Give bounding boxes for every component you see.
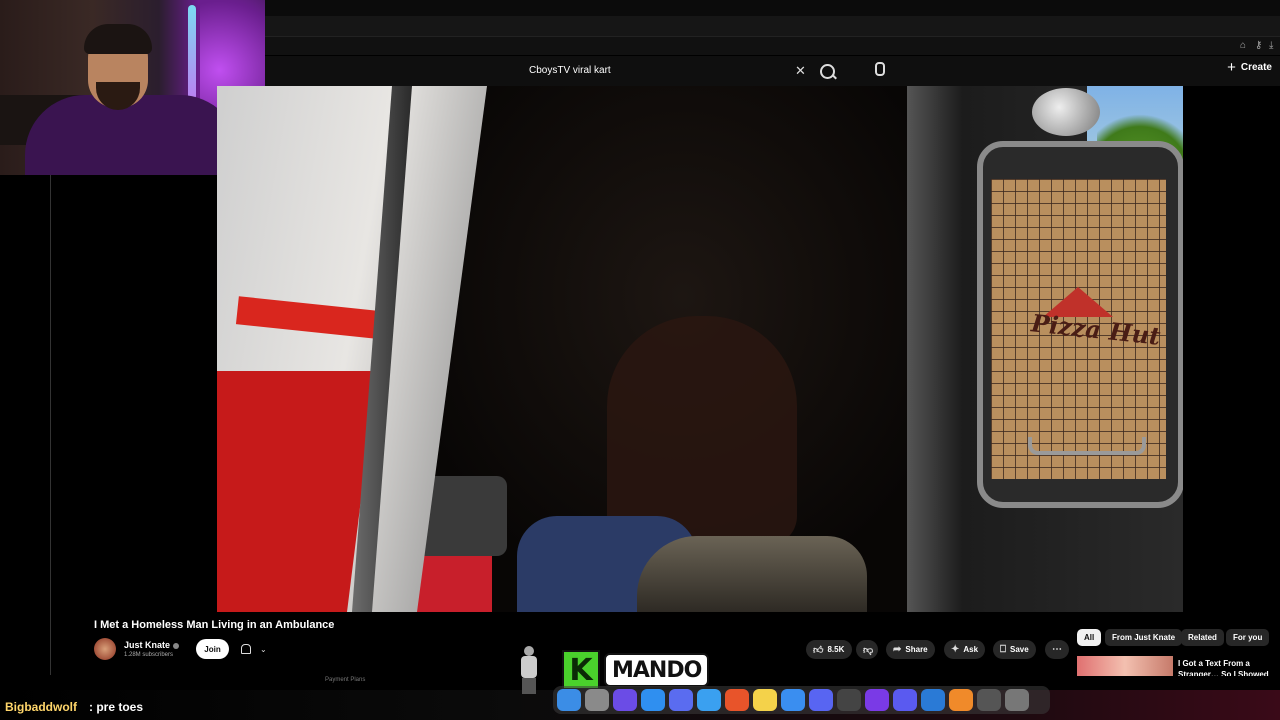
sidebar-divider <box>50 175 51 675</box>
recommendation-thumbnail[interactable] <box>1077 656 1173 676</box>
chip-related[interactable]: Related <box>1181 629 1224 646</box>
sparkle-icon: ✦ <box>951 644 960 655</box>
chat-username: Bigbaddwolf <box>5 700 77 714</box>
finder-icon[interactable] <box>557 689 581 711</box>
bookmark-icon: ⎕ <box>1000 644 1006 655</box>
mascot-head <box>524 646 534 656</box>
download-icon[interactable]: ⤓ <box>1269 40 1273 51</box>
mascot-character <box>516 646 542 694</box>
ask-button[interactable]: ✦ Ask <box>944 640 986 659</box>
webcam-streamer-body <box>25 95 240 175</box>
video-frame-seat <box>637 536 867 612</box>
password-key-icon[interactable]: ⚷ <box>1255 40 1262 51</box>
launchpad-icon[interactable] <box>893 689 917 711</box>
save-label: Save <box>1010 645 1029 654</box>
ask-label: Ask <box>963 645 979 654</box>
chip-from-channel[interactable]: From Just Knate <box>1105 629 1183 646</box>
activity-icon[interactable] <box>837 689 861 711</box>
browser-tab-bar <box>265 16 1280 37</box>
more-icon: ⋯ <box>1052 644 1062 655</box>
microphone-icon[interactable] <box>875 62 885 76</box>
thumbs-down-icon: 👎︎ <box>863 644 874 656</box>
share-button[interactable]: ➦ Share <box>886 640 935 659</box>
description-snippet: Payment Plans <box>325 677 366 683</box>
stream-logo: K MANDO <box>562 650 710 690</box>
webcam-streamer-hair <box>84 24 152 54</box>
like-count: 8.5K <box>827 645 845 654</box>
mail-icon[interactable] <box>781 689 805 711</box>
macos-dock <box>553 686 1050 714</box>
trash-icon[interactable] <box>1005 689 1029 711</box>
video-title: I Met a Homeless Man Living in an Ambula… <box>94 619 335 631</box>
mascot-legs <box>522 678 536 694</box>
video-frame-handle <box>1028 437 1146 455</box>
video-frame-window: Pizza Hut <box>977 141 1183 508</box>
chip-for-you[interactable]: For you <box>1226 629 1270 646</box>
mascot-body <box>521 656 537 678</box>
safari-icon[interactable] <box>697 689 721 711</box>
thumbs-up-icon: 👍︎ <box>813 644 824 656</box>
settings-icon[interactable] <box>585 689 609 711</box>
browser-address-bar[interactable]: ⌂ ⚷ ⤓ <box>265 37 1280 55</box>
create-label: Create <box>1240 62 1272 73</box>
save-button[interactable]: ⎕ Save <box>993 640 1036 659</box>
stream-logo-k: K <box>562 650 600 690</box>
chevron-down-icon[interactable]: ⌄ <box>260 645 267 654</box>
notes-icon[interactable] <box>753 689 777 711</box>
vpn-icon[interactable] <box>613 689 637 711</box>
chip-all[interactable]: All <box>1077 629 1102 646</box>
video-frame-person <box>607 316 797 546</box>
finder-alt-icon[interactable] <box>921 689 945 711</box>
obs-icon[interactable] <box>977 689 1001 711</box>
browser-title-bar <box>265 0 1280 16</box>
channel-name-text[interactable]: Just Knate <box>124 640 170 650</box>
brave-icon[interactable] <box>725 689 749 711</box>
arc-browser-icon[interactable] <box>669 689 693 711</box>
share-label: Share <box>905 645 928 654</box>
plus-icon: + <box>1227 58 1236 76</box>
create-button[interactable]: + Create <box>1227 58 1272 76</box>
verified-icon <box>173 642 180 649</box>
search-icon[interactable] <box>820 64 835 79</box>
like-button[interactable]: 👍︎ 8.5K <box>806 640 853 659</box>
recommendation-title[interactable]: I Got a Text From a Stranger… So I Showe… <box>1178 658 1280 676</box>
channel-avatar[interactable] <box>94 638 116 660</box>
video-frame-lamp <box>1032 88 1100 136</box>
search-bar[interactable]: CboysTV viral kart ✕ <box>515 58 835 84</box>
join-button[interactable]: Join <box>196 639 229 659</box>
app-store-icon[interactable] <box>641 689 665 711</box>
discord-icon[interactable] <box>809 689 833 711</box>
more-actions-button[interactable]: ⋯ <box>1045 640 1069 659</box>
video-player[interactable]: Pizza Hut <box>217 86 1183 612</box>
vlc-icon[interactable] <box>949 689 973 711</box>
extension-icon[interactable]: ⌂ <box>1240 40 1246 51</box>
chat-message: : pre toes <box>89 700 144 714</box>
clear-search-icon[interactable]: ✕ <box>795 63 806 79</box>
search-input[interactable]: CboysTV viral kart <box>529 65 611 76</box>
bell-icon[interactable] <box>241 644 251 654</box>
share-icon: ➦ <box>893 644 902 655</box>
youtube-header: CboysTV viral kart ✕ + Create <box>265 56 1280 86</box>
stream-logo-text: MANDO <box>604 653 710 687</box>
subscriber-count: 1.28M subscribers <box>124 652 174 658</box>
dislike-button[interactable]: 👎︎ <box>856 640 878 659</box>
webcam-led-light <box>188 5 196 100</box>
iew-app-icon[interactable] <box>865 689 889 711</box>
channel-name[interactable]: Just Knate <box>124 640 180 650</box>
